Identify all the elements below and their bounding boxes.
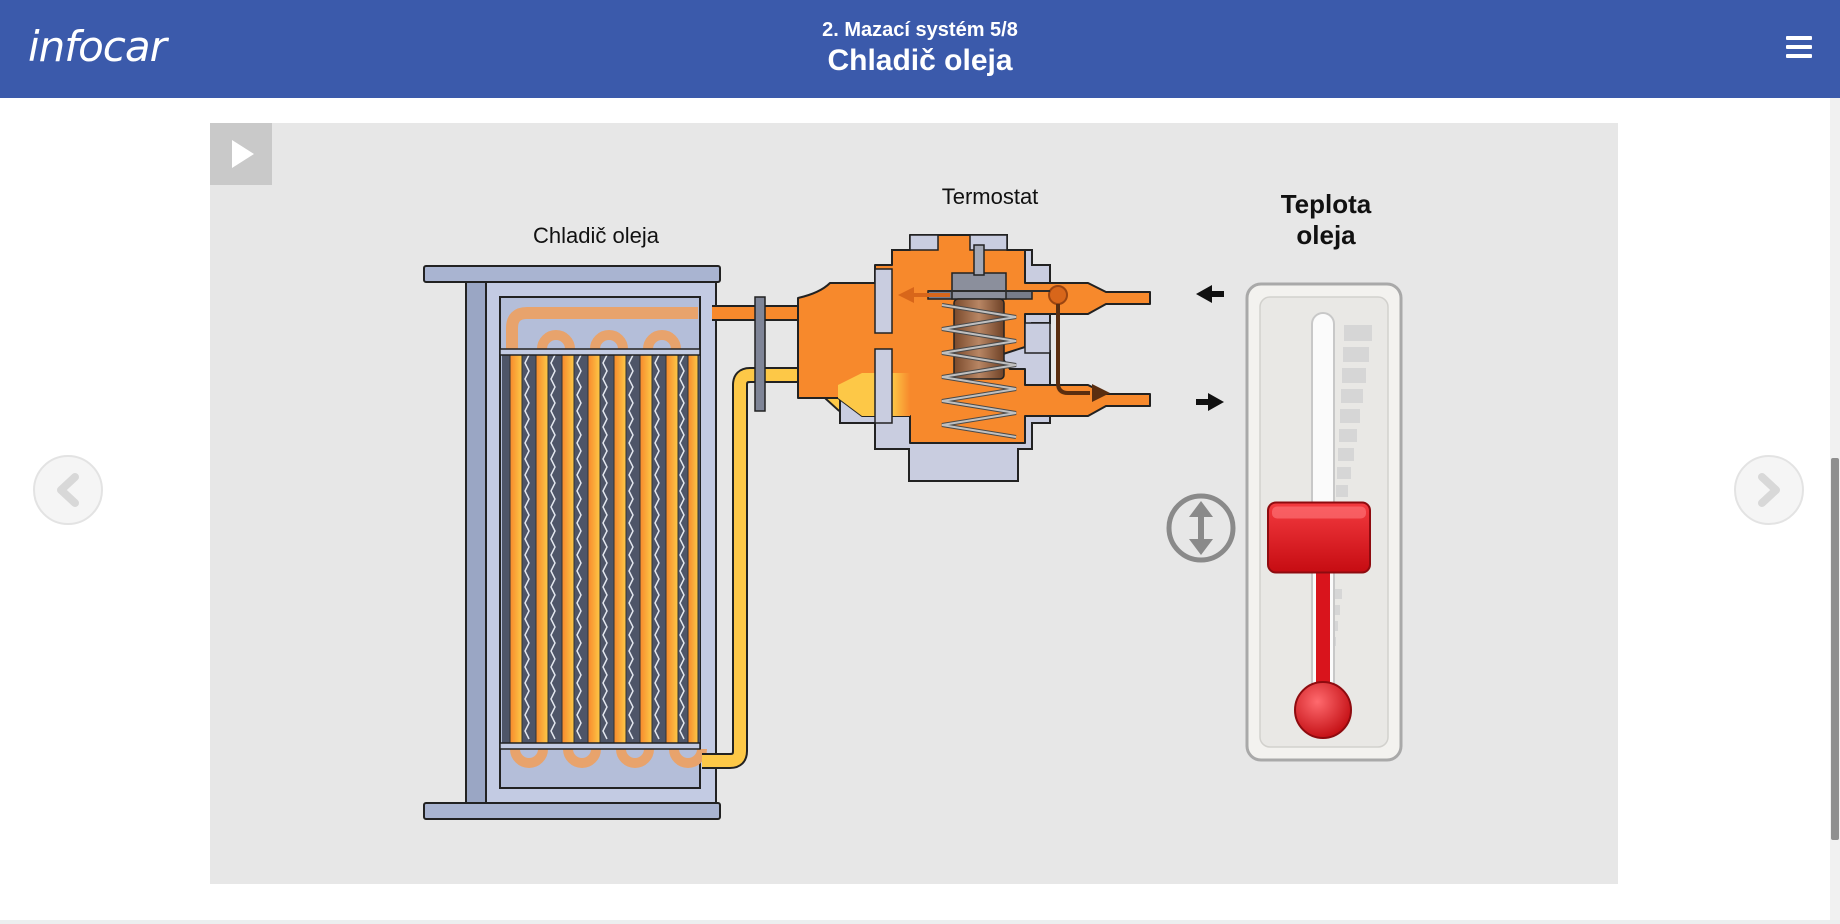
page-titles: 2. Mazací systém 5/8 Chladič oleja [0,18,1840,80]
chevron-right-icon [1758,473,1780,507]
previous-page-button[interactable] [33,455,103,525]
next-page-button[interactable] [1734,455,1804,525]
top-bar: infocar 2. Mazací systém 5/8 Chladič ole… [0,0,1840,98]
bottom-divider [0,920,1840,924]
temperature-slider-handle[interactable] [1267,501,1371,574]
play-icon [232,140,254,168]
up-down-arrow-icon [1166,493,1236,563]
oil-temperature-label-line2: oleja [1296,220,1356,250]
page-title: Chladič oleja [827,44,1013,77]
thermostat [797,234,1151,482]
thermostat-label: Termostat [942,184,1039,209]
oil-cooler-diagram: Chladič oleja Termostat Teplota oleja [423,184,1403,820]
oil-temperature-label-line1: Teplota [1281,189,1372,219]
flow-arrows [1196,285,1224,411]
oil-cooler [423,265,721,820]
oil-temperature-slider[interactable] [1245,282,1403,762]
cooler-label: Chladič oleja [533,223,660,248]
chapter-subtitle: 2. Mazací systém 5/8 [822,19,1018,41]
animation-stage: Chladič oleja Termostat Teplota oleja [210,123,1618,884]
chevron-left-icon [57,473,79,507]
hamburger-icon[interactable] [1786,36,1812,60]
play-button[interactable] [210,123,272,185]
oil-pipes [702,295,910,769]
scrollbar-thumb[interactable] [1831,458,1839,840]
